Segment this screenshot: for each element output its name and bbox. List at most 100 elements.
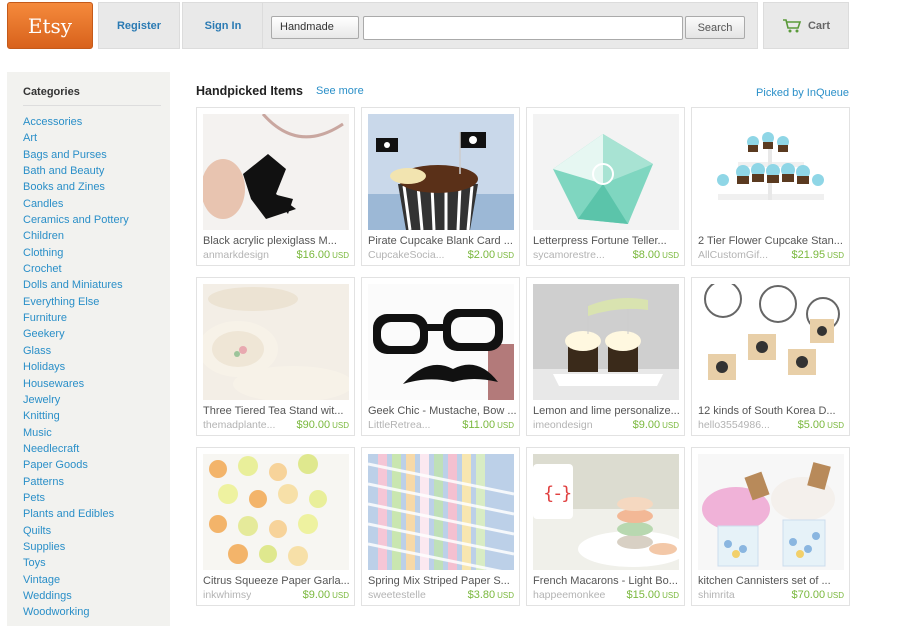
- pendant-image[interactable]: [203, 114, 349, 230]
- stamps-image[interactable]: [698, 284, 844, 400]
- shop-name[interactable]: themadplante...: [203, 419, 275, 431]
- search-input[interactable]: [363, 16, 683, 40]
- item-title[interactable]: Lemon and lime personalize...: [533, 405, 681, 417]
- category-link[interactable]: Everything Else: [23, 294, 129, 310]
- shop-name[interactable]: LittleRetrea...: [368, 419, 430, 431]
- shop-name[interactable]: sycamorestre...: [533, 249, 605, 261]
- category-link[interactable]: Candles: [23, 196, 129, 212]
- category-link[interactable]: Crochet: [23, 261, 129, 277]
- item-title[interactable]: Spring Mix Striped Paper S...: [368, 575, 516, 587]
- item-card[interactable]: 12 kinds of South Korea D... hello3554986…: [691, 277, 850, 436]
- category-link[interactable]: Knitting: [23, 408, 129, 424]
- search-button[interactable]: Search: [685, 16, 745, 39]
- cupcake-stand-image[interactable]: [698, 114, 844, 230]
- item-price: $8.00 USD: [633, 249, 679, 261]
- category-link[interactable]: Needlecraft: [23, 441, 129, 457]
- cart-button[interactable]: Cart: [763, 2, 849, 49]
- shop-name[interactable]: imeondesign: [533, 419, 593, 431]
- straws-image[interactable]: [368, 454, 514, 570]
- category-link[interactable]: Glass: [23, 343, 129, 359]
- category-link[interactable]: Woodworking: [23, 604, 129, 620]
- category-link[interactable]: Plants and Edibles: [23, 506, 129, 522]
- category-link[interactable]: Bath and Beauty: [23, 163, 129, 179]
- macarons-image[interactable]: {-}: [533, 454, 679, 570]
- shop-name[interactable]: hello3554986...: [698, 419, 770, 431]
- register-link[interactable]: Register: [98, 2, 180, 49]
- category-link[interactable]: Accessories: [23, 114, 129, 130]
- item-title[interactable]: Three Tiered Tea Stand wit...: [203, 405, 351, 417]
- item-price: $11.00 USD: [462, 419, 514, 431]
- item-card[interactable]: Pirate Cupcake Blank Card ... CupcakeSoci…: [361, 107, 520, 266]
- shop-name[interactable]: shimrita: [698, 589, 735, 601]
- item-card[interactable]: Citrus Squeeze Paper Garla... inkwhimsy $9…: [196, 447, 355, 606]
- price-currency: USD: [827, 421, 844, 430]
- shop-name[interactable]: inkwhimsy: [203, 589, 251, 601]
- category-link[interactable]: Jewelry: [23, 392, 129, 408]
- price-amount: $3.80: [467, 589, 496, 601]
- category-link[interactable]: Supplies: [23, 539, 129, 555]
- item-card[interactable]: Spring Mix Striped Paper S... sweetestell…: [361, 447, 520, 606]
- category-link[interactable]: Clothing: [23, 245, 129, 261]
- pirate-cupcake-image[interactable]: [368, 114, 514, 230]
- shop-name[interactable]: anmarkdesign: [203, 249, 269, 261]
- category-link[interactable]: Bags and Purses: [23, 147, 129, 163]
- item-card[interactable]: 2 Tier Flower Cupcake Stan... AllCustomGi…: [691, 107, 850, 266]
- item-title[interactable]: Black acrylic plexiglass M...: [203, 235, 351, 247]
- category-link[interactable]: Toys: [23, 555, 129, 571]
- item-card[interactable]: Lemon and lime personalize... imeondesign…: [526, 277, 685, 436]
- item-card[interactable]: Letterpress Fortune Teller... sycamorestr…: [526, 107, 685, 266]
- shop-name[interactable]: happeemonkee: [533, 589, 605, 601]
- item-card[interactable]: Black acrylic plexiglass M... anmarkdesig…: [196, 107, 355, 266]
- category-link[interactable]: Dolls and Miniatures: [23, 277, 129, 293]
- item-title[interactable]: Letterpress Fortune Teller...: [533, 235, 681, 247]
- item-title[interactable]: 2 Tier Flower Cupcake Stan...: [698, 235, 846, 247]
- picked-by-link[interactable]: Picked by InQueue: [756, 87, 849, 99]
- fortune-teller-image[interactable]: [533, 114, 679, 230]
- category-link[interactable]: Art: [23, 130, 129, 146]
- shop-name[interactable]: AllCustomGif...: [698, 249, 768, 261]
- category-link[interactable]: Books and Zines: [23, 179, 129, 195]
- lemon-cupcakes-image[interactable]: [533, 284, 679, 400]
- search-category-select[interactable]: Handmade: [271, 16, 359, 39]
- category-link[interactable]: Patterns: [23, 474, 129, 490]
- garland-image[interactable]: [203, 454, 349, 570]
- item-card[interactable]: kitchen Cannisters set of ... shimrita $70…: [691, 447, 850, 606]
- category-link[interactable]: Music: [23, 425, 129, 441]
- category-link[interactable]: Quilts: [23, 523, 129, 539]
- item-title[interactable]: French Macarons - Light Bo...: [533, 575, 681, 587]
- item-price: $3.80 USD: [468, 589, 514, 601]
- item-title[interactable]: Geek Chic - Mustache, Bow ...: [368, 405, 516, 417]
- item-title[interactable]: Citrus Squeeze Paper Garla...: [203, 575, 351, 587]
- cart-icon: [782, 18, 802, 34]
- category-link[interactable]: Vintage: [23, 572, 129, 588]
- category-link[interactable]: Holidays: [23, 359, 129, 375]
- svg-text:{-}: {-}: [543, 483, 572, 504]
- see-more-link[interactable]: See more: [316, 85, 364, 97]
- item-card[interactable]: Three Tiered Tea Stand wit... themadplant…: [196, 277, 355, 436]
- category-link[interactable]: Pets: [23, 490, 129, 506]
- item-title[interactable]: 12 kinds of South Korea D...: [698, 405, 846, 417]
- categories-sidebar: Categories Accessories Art Bags and Purses…: [7, 72, 170, 626]
- shop-name[interactable]: sweetestelle: [368, 589, 426, 601]
- item-title[interactable]: Pirate Cupcake Blank Card ...: [368, 235, 516, 247]
- item-title[interactable]: kitchen Cannisters set of ...: [698, 575, 846, 587]
- signin-link[interactable]: Sign In: [182, 2, 264, 49]
- cannisters-image[interactable]: [698, 454, 844, 570]
- item-price: $90.00 USD: [296, 419, 349, 431]
- category-link[interactable]: Weddings: [23, 588, 129, 604]
- category-link[interactable]: Housewares: [23, 376, 129, 392]
- category-link[interactable]: Paper Goods: [23, 457, 129, 473]
- etsy-logo[interactable]: Etsy: [7, 2, 93, 49]
- category-link[interactable]: Children: [23, 228, 129, 244]
- price-amount: $15.00: [626, 589, 661, 601]
- search-category-label: Handmade: [280, 21, 334, 33]
- glasses-mustache-image[interactable]: [368, 284, 514, 400]
- category-link[interactable]: Ceramics and Pottery: [23, 212, 129, 228]
- shop-name[interactable]: CupcakeSocia...: [368, 249, 444, 261]
- item-card[interactable]: {-} French Macarons - Light Bo... happeemo…: [526, 447, 685, 606]
- tea-stand-image[interactable]: [203, 284, 349, 400]
- price-amount: $9.00: [302, 589, 331, 601]
- category-link[interactable]: Furniture: [23, 310, 129, 326]
- category-link[interactable]: Geekery: [23, 326, 129, 342]
- item-card[interactable]: Geek Chic - Mustache, Bow ... LittleRetre…: [361, 277, 520, 436]
